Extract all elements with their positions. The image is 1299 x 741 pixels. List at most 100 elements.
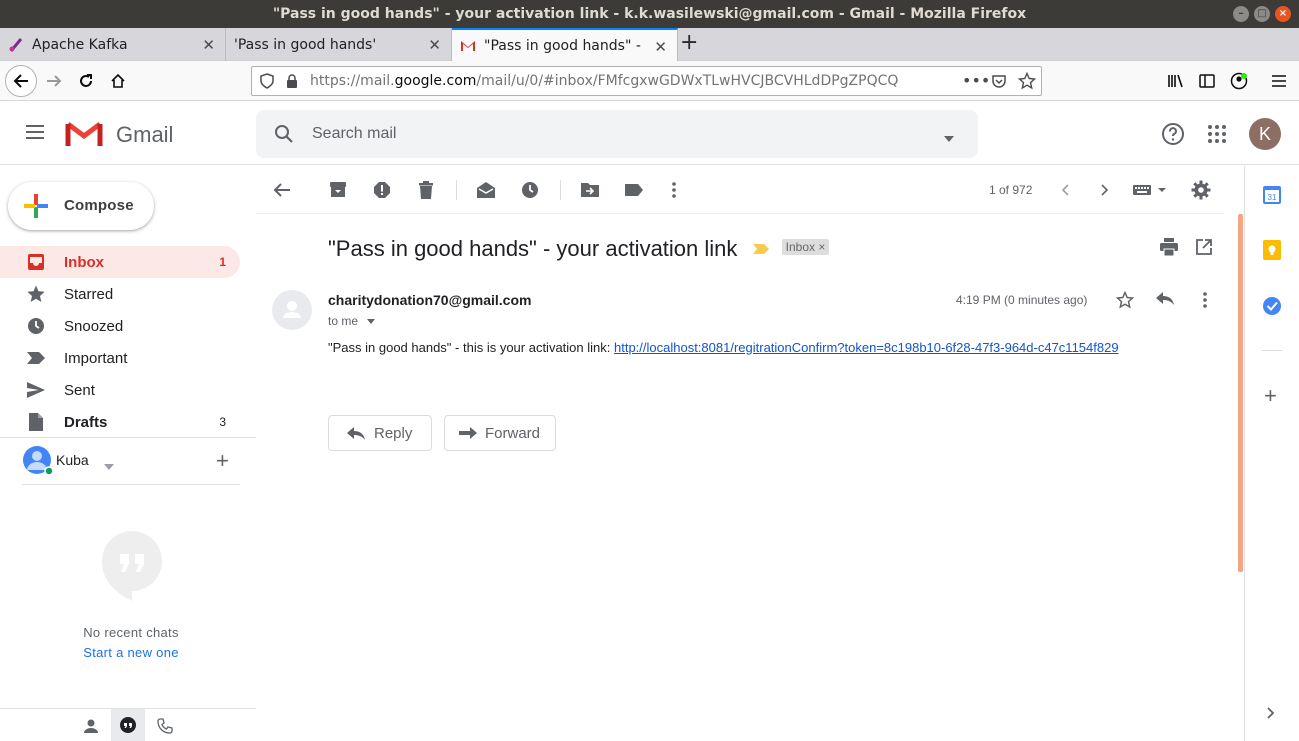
help-icon[interactable]: [1161, 122, 1185, 151]
scrollbar-accent[interactable]: [1238, 214, 1243, 572]
new-tab-icon[interactable]: +: [680, 30, 698, 55]
sidebar-item-label: Starred: [64, 286, 114, 303]
message-toolbar: 1 of 972: [256, 166, 1224, 214]
tasks-icon[interactable]: [1262, 296, 1282, 321]
reply-icon: [347, 427, 365, 445]
mark-unread-icon[interactable]: [474, 178, 498, 202]
account-button[interactable]: [1225, 67, 1253, 95]
new-chat-plus-icon[interactable]: +: [216, 450, 229, 472]
get-addons-plus-icon[interactable]: +: [1264, 385, 1277, 407]
report-spam-icon[interactable]: [370, 178, 394, 202]
calendar-icon[interactable]: 31: [1263, 184, 1281, 209]
search-input[interactable]: [312, 122, 892, 146]
contacts-person-icon[interactable]: [83, 718, 99, 739]
minimize-icon[interactable]: –: [1233, 6, 1249, 22]
compose-plus-icon: [24, 194, 48, 223]
gmail-wordmark[interactable]: Gmail: [116, 122, 173, 148]
move-to-icon[interactable]: [578, 178, 602, 202]
expand-panel-chevron-icon[interactable]: [1267, 706, 1275, 724]
menu-button[interactable]: [1265, 67, 1293, 95]
phone-icon[interactable]: [157, 718, 173, 739]
remove-label-icon[interactable]: ×: [818, 240, 825, 254]
search-icon[interactable]: [274, 124, 294, 149]
open-new-window-icon[interactable]: [1196, 239, 1212, 260]
gmail-header: Gmail K: [0, 101, 1299, 165]
sidebar-item-label: Snoozed: [64, 318, 124, 335]
keep-icon[interactable]: [1263, 240, 1281, 265]
settings-gear-icon[interactable]: [1189, 178, 1213, 202]
back-to-inbox-icon[interactable]: [270, 178, 294, 202]
close-tab-icon[interactable]: ✕: [428, 36, 441, 54]
sidebar-item-important[interactable]: Important: [0, 342, 240, 374]
sidebar-item-sent[interactable]: Sent: [0, 374, 240, 406]
hangouts-tab-icon[interactable]: [111, 709, 145, 741]
input-tools-keyboard-icon[interactable]: [1132, 178, 1168, 202]
reload-button[interactable]: [72, 67, 100, 95]
message-more-icon[interactable]: [1203, 292, 1207, 313]
status-dropdown-icon[interactable]: [104, 457, 114, 475]
sender-avatar[interactable]: [272, 290, 312, 330]
sidebar: Compose Inbox 1 Starred Snoozed Importan…: [0, 166, 256, 741]
url-text[interactable]: https://mail.google.com/mail/u/0/#inbox/…: [310, 73, 898, 89]
message-view: 1 of 972 "Pass in good hands" - your act…: [256, 166, 1244, 741]
tab-gmail-activation[interactable]: "Pass in good hands" - yo ✕: [452, 28, 678, 61]
search-options-icon[interactable]: [943, 130, 955, 148]
sidebar-item-snoozed[interactable]: Snoozed: [0, 310, 240, 342]
back-button[interactable]: [5, 65, 37, 97]
tab-pass-in-good-hands[interactable]: 'Pass in good hands' ✕: [226, 28, 452, 61]
sidebar-item-drafts[interactable]: Drafts 3: [0, 406, 240, 438]
inbox-label-chip[interactable]: Inbox ×: [781, 239, 830, 256]
hangouts-user-name[interactable]: Kuba: [56, 452, 89, 468]
library-icon: [1168, 74, 1183, 88]
recipient-summary[interactable]: to me: [328, 314, 376, 328]
importance-marker-icon[interactable]: [752, 235, 770, 261]
clock-icon: [26, 317, 46, 335]
tab-label: 'Pass in good hands': [234, 36, 377, 53]
forward-button[interactable]: [40, 67, 68, 95]
archive-icon[interactable]: [326, 178, 350, 202]
shield-icon[interactable]: [260, 73, 274, 93]
activation-link[interactable]: http://localhost:8081/regitrationConfirm…: [614, 340, 1119, 355]
more-options-icon[interactable]: [662, 178, 686, 202]
sender-email[interactable]: charitydonation70@gmail.com: [328, 292, 531, 308]
close-tab-icon[interactable]: ✕: [654, 38, 667, 56]
library-button[interactable]: [1162, 67, 1190, 95]
home-button[interactable]: [104, 67, 132, 95]
page-actions-icon[interactable]: •••: [962, 71, 990, 90]
tab-apache-kafka[interactable]: Apache Kafka ✕: [0, 28, 226, 61]
reply-button[interactable]: Reply: [328, 415, 432, 451]
hangouts-user-avatar[interactable]: [22, 445, 54, 476]
bookmark-star-icon[interactable]: [1017, 71, 1037, 94]
sidebar-item-inbox[interactable]: Inbox 1: [0, 246, 240, 278]
star-message-icon[interactable]: [1115, 290, 1135, 314]
compose-button[interactable]: Compose: [8, 182, 154, 230]
sidebar-item-starred[interactable]: Starred: [0, 278, 240, 310]
forward-button[interactable]: Forward: [444, 415, 556, 451]
side-panel: 31 +: [1244, 166, 1299, 741]
sidebar-toggle-button[interactable]: [1193, 67, 1221, 95]
message-subject-line: "Pass in good hands" - your activation l…: [328, 235, 830, 262]
sidebar-icon: [1199, 74, 1215, 88]
account-avatar[interactable]: K: [1249, 118, 1281, 150]
label-icon[interactable]: [622, 178, 646, 202]
reply-arrow-icon[interactable]: [1156, 292, 1174, 311]
newer-chevron-icon[interactable]: [1053, 178, 1077, 202]
gmail-logo-icon[interactable]: [65, 120, 103, 153]
print-icon[interactable]: [1159, 238, 1179, 261]
delete-icon[interactable]: [414, 178, 438, 202]
url-bar[interactable]: https://mail.google.com/mail/u/0/#inbox/…: [251, 66, 1042, 96]
maximize-icon[interactable]: □: [1254, 6, 1270, 22]
inbox-icon: [26, 253, 46, 271]
older-chevron-icon[interactable]: [1093, 178, 1117, 202]
main-menu-icon[interactable]: [24, 123, 46, 146]
close-window-icon[interactable]: ×: [1275, 6, 1291, 22]
close-tab-icon[interactable]: ✕: [202, 36, 215, 54]
hamburger-icon: [1272, 75, 1286, 87]
snooze-icon[interactable]: [518, 178, 542, 202]
details-dropdown-icon[interactable]: [367, 319, 376, 325]
apps-grid-icon[interactable]: [1207, 124, 1227, 149]
lock-icon[interactable]: [286, 73, 298, 93]
back-arrow-icon: [13, 74, 28, 88]
pocket-icon[interactable]: [991, 73, 1007, 93]
start-new-chat-link[interactable]: Start a new one: [0, 645, 262, 660]
